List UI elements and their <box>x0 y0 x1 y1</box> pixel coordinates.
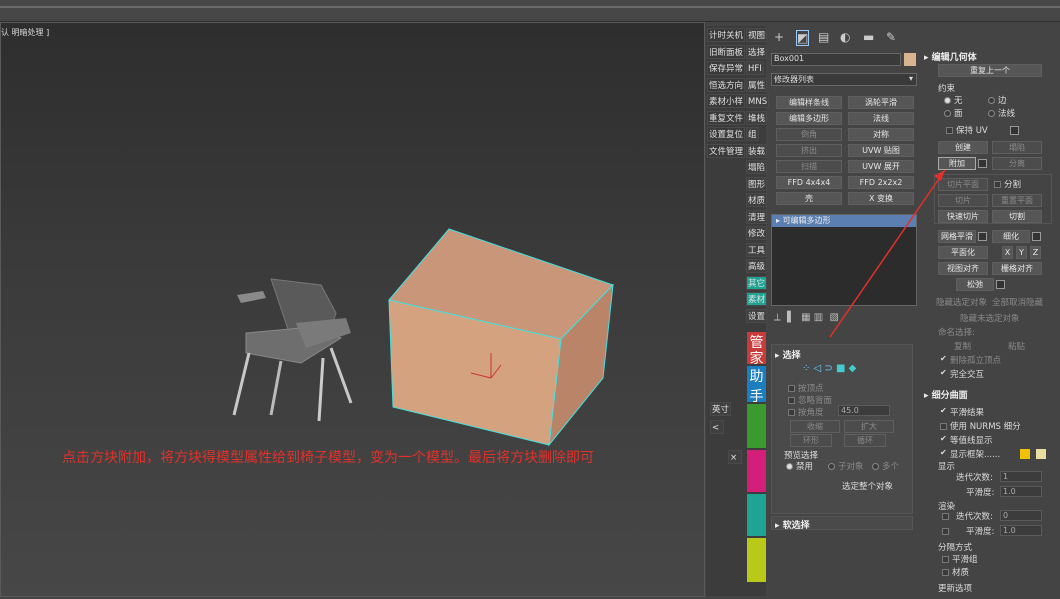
panel-extra-4[interactable]: 修改 <box>746 226 768 240</box>
tool-button-7[interactable]: 文件管理 <box>707 143 746 158</box>
panel-extra-2[interactable]: 材质 <box>746 193 768 207</box>
tool-button-4[interactable]: 素材小样 <box>707 94 746 108</box>
panel-button-1[interactable]: 选择 <box>746 44 768 59</box>
panel-button-4[interactable]: MNS <box>746 94 770 108</box>
tool-button-1[interactable]: 旧断面板 <box>707 44 746 59</box>
panel-extra-6[interactable]: 高级 <box>746 259 768 273</box>
panel-button-0[interactable]: 视图 <box>746 28 768 42</box>
panel-extra-1[interactable]: 图形 <box>746 176 768 191</box>
annotation-arrow <box>829 169 946 338</box>
panel-button-2[interactable]: HFI <box>746 61 764 75</box>
panel-button-3[interactable]: 属性 <box>746 77 768 92</box>
tool-button-5[interactable]: 重复文件 <box>707 110 746 125</box>
tool-button-3[interactable]: 恒选方向 <box>707 77 746 92</box>
panel-extra-5[interactable]: 工具 <box>746 242 768 257</box>
panel-extra-3[interactable]: 清理 <box>746 209 768 224</box>
panel-button-7[interactable]: 装载 <box>746 143 768 158</box>
panel-extra-9[interactable]: 设置 <box>746 308 768 323</box>
tool-button-6[interactable]: 设置复位 <box>707 127 746 141</box>
panel-extra-8[interactable]: 素材 <box>746 292 768 306</box>
panel-extra-0[interactable]: 塌陷 <box>746 160 768 174</box>
panel-extra-7[interactable]: 其它 <box>746 275 768 290</box>
tool-button-0[interactable]: 计时关机 <box>707 28 746 42</box>
panel-button-5[interactable]: 堆栈 <box>746 110 768 125</box>
tool-button-2[interactable]: 保存异常 <box>707 61 746 75</box>
panel-button-6[interactable]: 组 <box>746 127 759 141</box>
